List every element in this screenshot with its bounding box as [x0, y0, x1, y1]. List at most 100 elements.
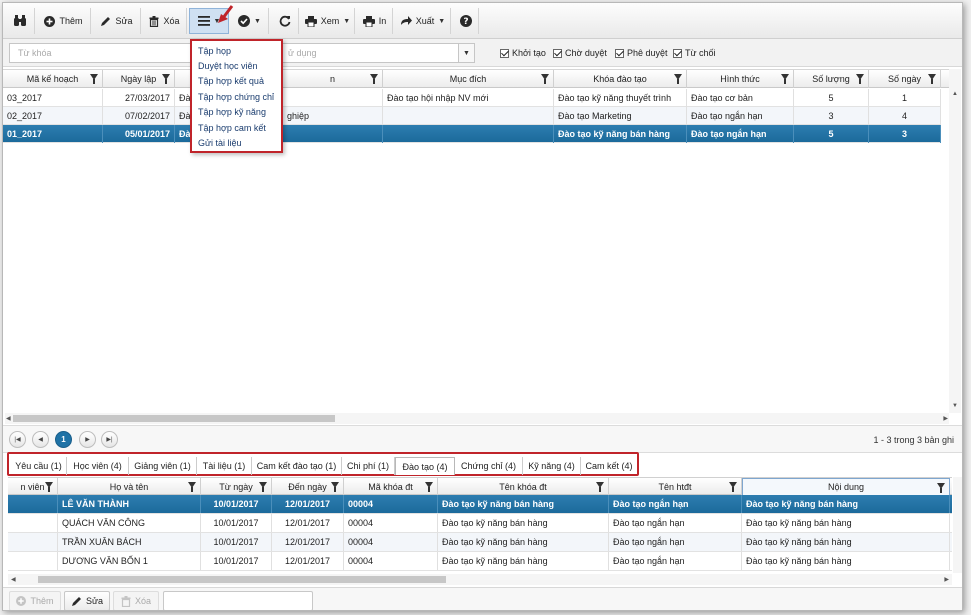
column-header-employee[interactable]: n viên — [8, 478, 58, 496]
filter-icon[interactable] — [188, 482, 196, 492]
column-header-quantity[interactable]: Số lượng — [794, 70, 869, 88]
scroll-down-icon[interactable]: ▼ — [952, 403, 958, 409]
menu-item-approve-students[interactable]: Duyệt học viên — [192, 58, 281, 73]
current-page-button[interactable]: 1 — [55, 431, 72, 448]
column-header-full-name[interactable]: Họ và tên — [58, 478, 201, 496]
column-header-label: Khóa đào tạo — [593, 74, 647, 84]
filter-icon[interactable] — [90, 74, 98, 84]
menu-item-gather-skills[interactable]: Tập hợp kỹ năng — [192, 105, 281, 120]
menu-item-gather-certificates[interactable]: Tập hợp chứng chỉ — [192, 89, 281, 104]
approve-menu-button[interactable]: ▼ — [231, 8, 269, 34]
table-row-selected[interactable]: LÊ VĂN THÀNH 10/01/2017 12/01/2017 00004… — [8, 495, 952, 514]
tab-skills[interactable]: Kỹ năng (4) — [523, 457, 581, 475]
filter-icon[interactable] — [937, 483, 945, 493]
tab-training-commitment[interactable]: Cam kết đào tạo (1) — [252, 457, 342, 475]
detail-edit-button[interactable]: Sửa — [64, 591, 110, 610]
column-header-form[interactable]: Hình thức — [687, 70, 794, 88]
table-row[interactable]: DƯƠNG VĂN BỐN 1 10/01/2017 12/01/2017 00… — [8, 552, 952, 571]
table-row[interactable]: 03_2017 27/03/2017 Đà Đào tạo hội nhập N… — [3, 89, 941, 107]
column-header-course-name[interactable]: Tên khóa đt — [438, 478, 609, 496]
first-page-button[interactable]: |◀ — [9, 431, 26, 448]
column-header-date[interactable]: Ngày lập — [103, 70, 175, 88]
tab-students[interactable]: Học viên (4) — [67, 457, 129, 475]
status-checkbox-rejected[interactable]: Từ chối — [673, 48, 716, 58]
filter-icon[interactable] — [541, 74, 549, 84]
tab-lecturers[interactable]: Giảng viên (1) — [129, 457, 197, 475]
table-row-selected[interactable]: 01_2017 05/01/2017 Đà Đào tạo kỹ năng bá… — [3, 125, 941, 143]
menu-item-send-documents[interactable]: Gửi tài liệu — [192, 135, 281, 150]
view-button[interactable]: Xem ▼ — [301, 8, 355, 34]
filter-icon[interactable] — [674, 74, 682, 84]
status-checkbox-approved[interactable]: Phê duyệt — [615, 48, 668, 58]
column-header-course[interactable]: Khóa đào tạo — [554, 70, 687, 88]
scrollbar-thumb[interactable] — [38, 576, 446, 583]
user-combo-input[interactable] — [273, 43, 459, 63]
filter-icon[interactable] — [596, 482, 604, 492]
filter-icon[interactable] — [856, 74, 864, 84]
table-row[interactable]: 02_2017 07/02/2017 Đà ghiệp Đào tạo Mark… — [3, 107, 941, 125]
plan-grid-horizontal-scrollbar[interactable]: ◀ ▶ — [5, 413, 949, 424]
add-button[interactable]: Thêm — [37, 8, 91, 34]
filter-icon[interactable] — [259, 482, 267, 492]
filter-icon[interactable] — [45, 482, 53, 492]
prev-page-button[interactable]: ◀ — [32, 431, 49, 448]
scroll-up-icon[interactable]: ▲ — [952, 91, 958, 97]
column-header-content[interactable]: Nội dung — [742, 478, 950, 496]
column-header-training-form[interactable]: Tên htđt — [609, 478, 742, 496]
keyword-search-input[interactable] — [9, 43, 199, 63]
plan-grid-vertical-scrollbar[interactable]: ▲ ▼ — [949, 69, 961, 413]
status-checkbox-pending[interactable]: Chờ duyệt — [553, 48, 607, 58]
detail-grid-vertical-scrollbar[interactable] — [953, 477, 962, 573]
tab-costs[interactable]: Chi phí (1) — [342, 457, 395, 475]
delete-button[interactable]: Xóa — [143, 8, 187, 34]
column-header-to-date[interactable]: Đến ngày — [272, 478, 344, 496]
search-binoculars-button[interactable] — [5, 8, 35, 34]
tab-certificates[interactable]: Chứng chỉ (4) — [455, 457, 523, 475]
menu-item-gather-commitments[interactable]: Tập hợp cam kết — [192, 120, 281, 135]
filter-icon[interactable] — [370, 74, 378, 84]
column-header-days[interactable]: Số ngày — [869, 70, 941, 88]
scroll-right-icon[interactable]: ▶ — [943, 415, 948, 422]
column-header-purpose[interactable]: Mục đích — [383, 70, 554, 88]
detail-grid-horizontal-scrollbar[interactable]: ◀ ▶ — [8, 574, 952, 585]
chevron-down-icon: ▼ — [343, 17, 351, 25]
tab-training[interactable]: Đào tạo (4) — [395, 457, 455, 475]
tab-requests[interactable]: Yêu cầu (1) — [11, 457, 67, 475]
column-header-course-code[interactable]: Mã khóa đt — [344, 478, 438, 496]
detail-search-input[interactable] — [163, 591, 313, 610]
filter-icon[interactable] — [331, 482, 339, 492]
column-header-plan-code[interactable]: Mã kế hoạch — [3, 70, 103, 88]
status-checkbox-created[interactable]: Khởi tạo — [500, 48, 546, 58]
filter-icon[interactable] — [928, 74, 936, 84]
table-row[interactable]: QUÁCH VĂN CÔNG 10/01/2017 12/01/2017 000… — [8, 514, 952, 533]
next-page-button[interactable]: ▶ — [79, 431, 96, 448]
scroll-left-icon[interactable]: ◀ — [6, 415, 11, 422]
cell-course: Đào tạo Marketing — [554, 107, 687, 125]
last-page-button[interactable]: ▶| — [101, 431, 118, 448]
menu-item-gather[interactable]: Tập họp — [192, 43, 281, 58]
edit-button[interactable]: Sửa — [93, 8, 141, 34]
help-button[interactable]: ? — [453, 8, 479, 34]
detail-delete-button[interactable]: Xóa — [113, 591, 159, 610]
scroll-left-icon[interactable]: ◀ — [11, 576, 16, 583]
refresh-button[interactable] — [271, 8, 299, 34]
filter-icon[interactable] — [781, 74, 789, 84]
scrollbar-thumb[interactable] — [13, 415, 335, 422]
export-button[interactable]: Xuất ▼ — [395, 8, 451, 34]
menu-item-gather-results[interactable]: Tập hợp kết quả — [192, 74, 281, 89]
tab-documents[interactable]: Tài liệu (1) — [197, 457, 252, 475]
column-header-plan-name[interactable]: n — [283, 70, 383, 88]
detail-add-button[interactable]: Thêm — [9, 591, 61, 610]
filter-icon[interactable] — [425, 482, 433, 492]
user-combo-dropdown-button[interactable]: ▼ — [458, 43, 475, 63]
print-button[interactable]: In — [357, 8, 393, 34]
chevron-down-icon: ▼ — [438, 17, 446, 25]
tab-commitments[interactable]: Cam kết (4) — [581, 457, 637, 475]
filter-icon[interactable] — [162, 74, 170, 84]
filter-icon[interactable] — [729, 482, 737, 492]
table-row[interactable]: TRẦN XUÂN BÁCH 10/01/2017 12/01/2017 000… — [8, 533, 952, 552]
column-header-from-date[interactable]: Từ ngày — [201, 478, 272, 496]
question-circle-icon: ? — [459, 15, 472, 27]
scroll-right-icon[interactable]: ▶ — [944, 576, 949, 583]
status-label: Khởi tạo — [512, 48, 546, 58]
